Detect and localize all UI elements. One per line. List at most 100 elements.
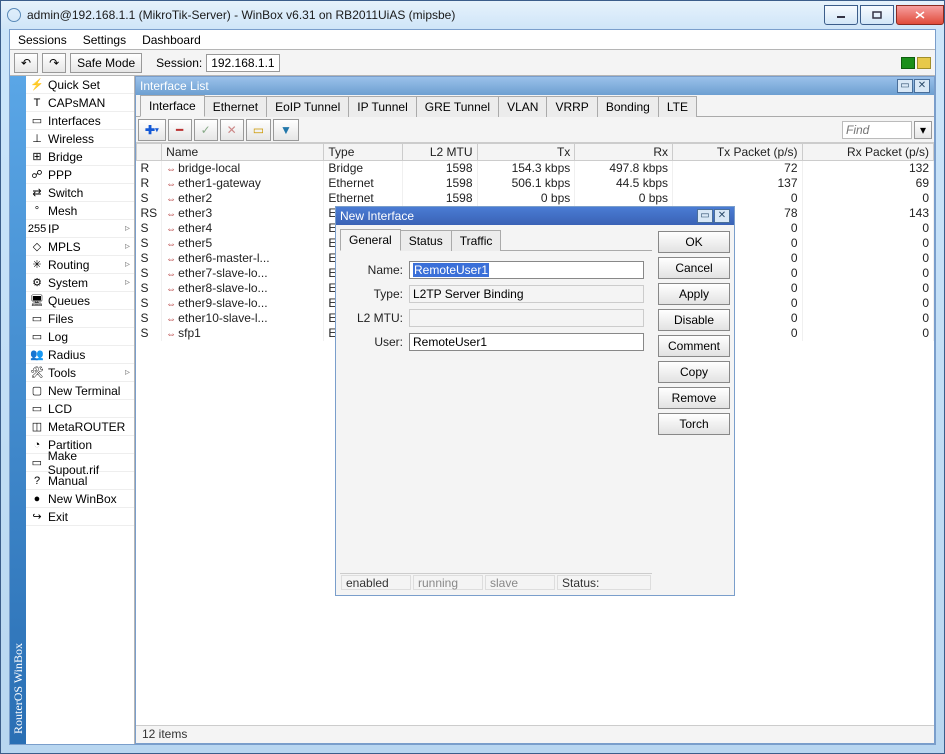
tab-eoip-tunnel[interactable]: EoIP Tunnel — [266, 96, 349, 117]
interface-icon: ⇔ — [166, 329, 176, 340]
tab-ethernet[interactable]: Ethernet — [204, 96, 267, 117]
table-row[interactable]: R⇔ether1-gatewayEthernet1598506.1 kbps44… — [137, 176, 934, 191]
tab-bonding[interactable]: Bonding — [597, 96, 659, 117]
remove-button[interactable]: ━ — [168, 119, 192, 141]
comment-button[interactable]: Comment — [658, 335, 730, 357]
col-header[interactable]: Rx — [575, 144, 673, 161]
titlebar[interactable]: admin@192.168.1.1 (MikroTik-Server) - Wi… — [1, 1, 944, 29]
status-green-icon — [901, 57, 915, 69]
safe-mode-button[interactable]: Safe Mode — [70, 53, 142, 73]
sidebar-item-routing[interactable]: ✳Routing▹ — [26, 256, 134, 274]
ok-button[interactable]: OK — [658, 231, 730, 253]
sidebar-item-bridge[interactable]: ⊞Bridge — [26, 148, 134, 166]
col-header[interactable]: Name — [162, 144, 324, 161]
menu-dashboard[interactable]: Dashboard — [142, 33, 201, 47]
sidebar-item-ip[interactable]: 255IP▹ — [26, 220, 134, 238]
sidebar-item-ppp[interactable]: ☍PPP — [26, 166, 134, 184]
close-button[interactable] — [896, 5, 944, 25]
comment-button[interactable]: ▭ — [246, 119, 271, 141]
remove-button[interactable]: Remove — [658, 387, 730, 409]
status-yellow-icon — [917, 57, 931, 69]
torch-button[interactable]: Torch — [658, 413, 730, 435]
status-enabled: enabled — [341, 575, 411, 590]
sidebar-item-system[interactable]: ⚙System▹ — [26, 274, 134, 292]
menu-sessions[interactable]: Sessions — [18, 33, 67, 47]
tab-vrrp[interactable]: VRRP — [546, 96, 597, 117]
interface-icon: ⇔ — [166, 179, 176, 190]
interface-icon: ⇔ — [166, 239, 176, 250]
interface-list-titlebar[interactable]: Interface List ▭ ✕ — [136, 77, 934, 95]
menu-settings[interactable]: Settings — [83, 33, 126, 47]
sidebar-item-mesh[interactable]: °Mesh — [26, 202, 134, 220]
find-input[interactable] — [842, 121, 912, 139]
disable-button[interactable]: Disable — [658, 309, 730, 331]
maximize-button[interactable] — [860, 5, 894, 25]
enable-button[interactable]: ✓ — [194, 119, 218, 141]
tab-interface[interactable]: Interface — [140, 95, 205, 117]
sidebar-item-exit[interactable]: ↪Exit — [26, 508, 134, 526]
dialog-titlebar[interactable]: New Interface ▭ ✕ — [336, 207, 734, 225]
nav-icon: T — [30, 96, 44, 110]
nav-icon: ⚙ — [30, 276, 44, 290]
mdi-area: Interface List ▭ ✕ InterfaceEthernetEoIP… — [135, 76, 935, 744]
chevron-right-icon: ▹ — [125, 277, 130, 288]
col-header[interactable]: Rx Packet (p/s) — [802, 144, 933, 161]
nav-icon: ° — [30, 204, 44, 218]
table-row[interactable]: R⇔bridge-localBridge1598154.3 kbps497.8 … — [137, 161, 934, 176]
nav-icon: ⚡ — [30, 78, 44, 92]
apply-button[interactable]: Apply — [658, 283, 730, 305]
nav-icon: ? — [30, 474, 44, 488]
sidebar-item-capsman[interactable]: TCAPsMAN — [26, 94, 134, 112]
col-header[interactable]: Type — [324, 144, 403, 161]
sidebar-item-radius[interactable]: 👥Radius — [26, 346, 134, 364]
col-header[interactable]: L2 MTU — [402, 144, 477, 161]
add-button[interactable]: ✚▾ — [138, 119, 166, 141]
tab-gre-tunnel[interactable]: GRE Tunnel — [416, 96, 499, 117]
sidebar-item-metarouter[interactable]: ◫MetaROUTER — [26, 418, 134, 436]
tab-general[interactable]: General — [340, 229, 401, 251]
chevron-right-icon: ▹ — [125, 223, 130, 234]
sidebar-item-make-supout-rif[interactable]: ▭Make Supout.rif — [26, 454, 134, 472]
app-icon — [7, 8, 21, 22]
name-input[interactable]: RemoteUser1 — [409, 261, 644, 279]
col-header[interactable]: Tx — [477, 144, 575, 161]
nav-icon: 255 — [30, 222, 44, 236]
sidebar-item-interfaces[interactable]: ▭Interfaces — [26, 112, 134, 130]
child-close-button[interactable]: ✕ — [914, 79, 930, 93]
cancel-button[interactable]: Cancel — [658, 257, 730, 279]
undo-button[interactable]: ↶ — [14, 53, 38, 73]
columns-button[interactable]: ▾ — [914, 121, 932, 139]
tab-status[interactable]: Status — [400, 230, 452, 251]
sidebar-item-quick-set[interactable]: ⚡Quick Set — [26, 76, 134, 94]
session-value[interactable]: 192.168.1.1 — [206, 54, 279, 72]
sidebar-item-new-winbox[interactable]: ●New WinBox — [26, 490, 134, 508]
dialog-minimize-button[interactable]: ▭ — [697, 209, 713, 223]
tab-lte[interactable]: LTE — [658, 96, 697, 117]
sidebar-item-lcd[interactable]: ▭LCD — [26, 400, 134, 418]
nav-icon: ✳ — [30, 258, 44, 272]
minimize-button[interactable] — [824, 5, 858, 25]
child-minimize-button[interactable]: ▭ — [897, 79, 913, 93]
sidebar-item-files[interactable]: ▭Files — [26, 310, 134, 328]
user-input[interactable]: RemoteUser1 — [409, 333, 644, 351]
tab-ip-tunnel[interactable]: IP Tunnel — [348, 96, 416, 117]
disable-button[interactable]: ✕ — [220, 119, 244, 141]
redo-button[interactable]: ↷ — [42, 53, 66, 73]
tab-traffic[interactable]: Traffic — [451, 230, 502, 251]
sidebar-item-tools[interactable]: 🛠Tools▹ — [26, 364, 134, 382]
sidebar-item-queues[interactable]: 🖥Queues — [26, 292, 134, 310]
new-interface-dialog: New Interface ▭ ✕ General Status Traffic — [335, 206, 735, 596]
tab-vlan[interactable]: VLAN — [498, 96, 547, 117]
sidebar-item-new-terminal[interactable]: ▢New Terminal — [26, 382, 134, 400]
col-header[interactable] — [137, 144, 162, 161]
filter-button[interactable]: ▼ — [273, 119, 299, 141]
sidebar-item-log[interactable]: ▭Log — [26, 328, 134, 346]
dialog-close-button[interactable]: ✕ — [714, 209, 730, 223]
sidebar-item-switch[interactable]: ⇄Switch — [26, 184, 134, 202]
sidebar-item-wireless[interactable]: ⊥Wireless — [26, 130, 134, 148]
copy-button[interactable]: Copy — [658, 361, 730, 383]
table-row[interactable]: S⇔ether2Ethernet15980 bps0 bps00 — [137, 191, 934, 206]
dialog-tabs: General Status Traffic — [340, 229, 652, 251]
col-header[interactable]: Tx Packet (p/s) — [673, 144, 802, 161]
sidebar-item-mpls[interactable]: ◇MPLS▹ — [26, 238, 134, 256]
